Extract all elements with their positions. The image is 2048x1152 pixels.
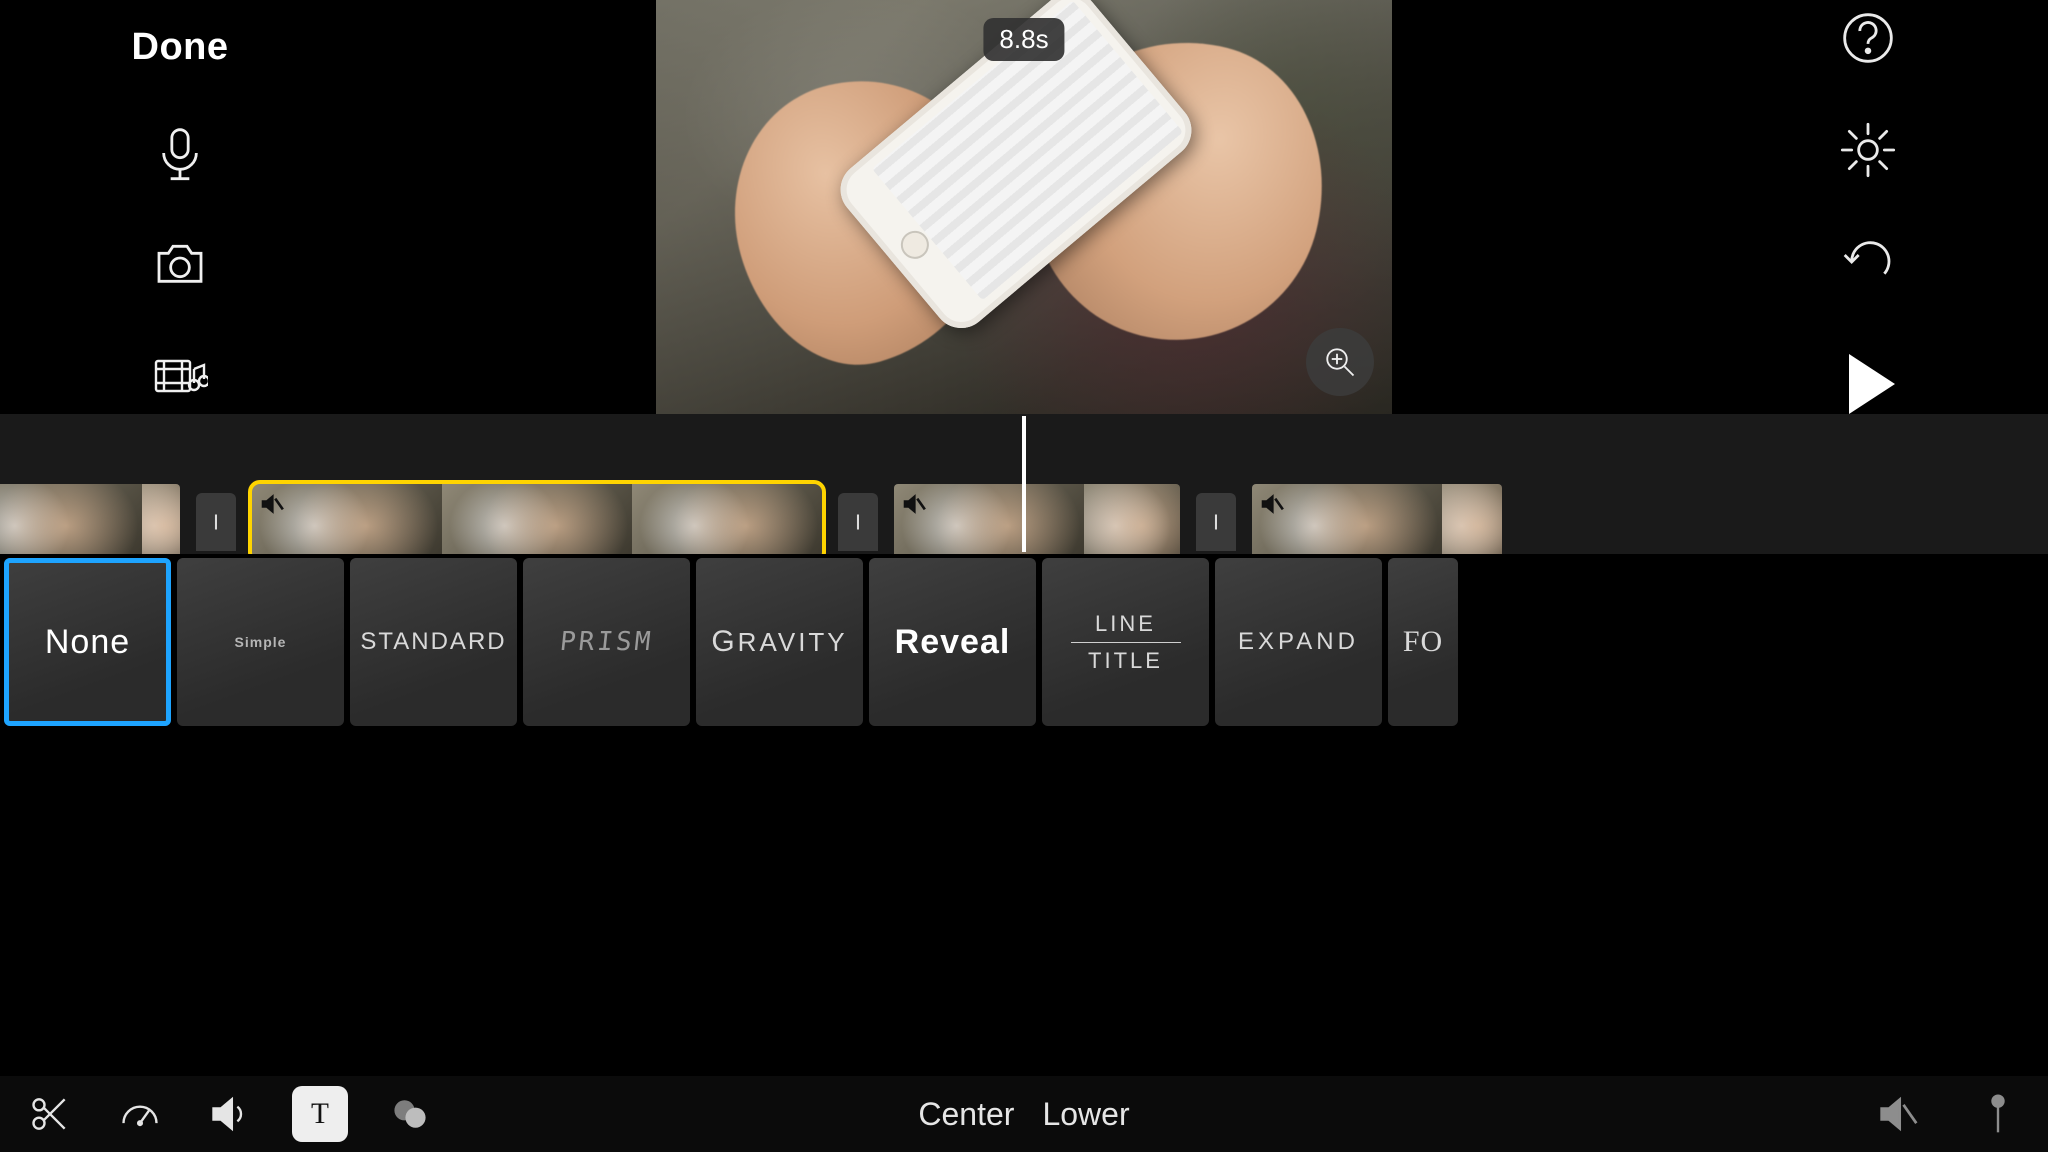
play-icon[interactable]: [1841, 346, 1895, 414]
help-icon[interactable]: [1840, 10, 1896, 66]
title-style-none[interactable]: None: [4, 558, 171, 726]
transition-slot[interactable]: |: [1180, 484, 1252, 554]
svg-text:T: T: [311, 1098, 329, 1130]
undo-icon[interactable]: [1840, 234, 1896, 290]
bottom-toolbar: T Center Lower: [0, 1076, 2048, 1152]
title-style-label: Simple: [235, 634, 287, 650]
title-style-reveal[interactable]: Reveal: [869, 558, 1036, 726]
clip-duration-badge: 8.8s: [983, 18, 1064, 61]
speed-icon[interactable]: [112, 1086, 168, 1142]
clip-muted-icon: [258, 490, 286, 518]
title-styles-panel: None Simple STANDARD PRISM GRAVITY Revea…: [0, 554, 2048, 736]
timeline-clip[interactable]: [894, 484, 1180, 554]
video-preview[interactable]: 8.8s: [656, 0, 1392, 414]
media-library-icon[interactable]: [152, 349, 208, 405]
playhead[interactable]: [1022, 416, 1026, 552]
filters-icon[interactable]: [382, 1086, 438, 1142]
done-button[interactable]: Done: [132, 26, 229, 69]
title-style-label: PRISM: [558, 627, 654, 657]
clip-muted-icon: [900, 490, 928, 518]
settings-icon[interactable]: [1840, 122, 1896, 178]
title-style-label: EXPAND: [1238, 628, 1359, 656]
title-style-simple[interactable]: Simple: [177, 558, 344, 726]
title-style-label: STANDARD: [360, 628, 506, 656]
transition-slot[interactable]: |: [822, 484, 894, 554]
transition-slot[interactable]: |: [180, 484, 252, 554]
title-style-prism[interactable]: PRISM: [523, 558, 690, 726]
title-style-line-title[interactable]: LINE TITLE: [1042, 558, 1209, 726]
clip-muted-icon: [1258, 490, 1286, 518]
pin-icon[interactable]: [1970, 1086, 2026, 1142]
preview-area: 8.8s: [360, 0, 1688, 414]
timeline-clip-selected[interactable]: [252, 484, 822, 554]
title-style-label: None: [45, 623, 130, 662]
right-toolbar: [1688, 0, 2048, 414]
title-position-toggle: Center Lower: [918, 1096, 1129, 1133]
title-style-gravity[interactable]: GRAVITY: [696, 558, 863, 726]
title-style-label: LINE TITLE: [1071, 610, 1181, 674]
title-position-center[interactable]: Center: [918, 1096, 1014, 1133]
timeline-clip[interactable]: [0, 484, 180, 554]
left-toolbar: Done: [0, 0, 360, 414]
mute-speaker-icon[interactable]: [1870, 1086, 1926, 1142]
split-icon[interactable]: [22, 1086, 78, 1142]
camera-icon[interactable]: [152, 237, 208, 293]
timeline[interactable]: | | |: [0, 414, 2048, 554]
microphone-icon[interactable]: [152, 125, 208, 181]
zoom-in-icon[interactable]: [1306, 328, 1374, 396]
title-position-lower[interactable]: Lower: [1042, 1096, 1129, 1133]
timeline-clip[interactable]: [1252, 484, 1502, 554]
title-style-label: GRAVITY: [711, 625, 847, 659]
titles-icon[interactable]: T: [292, 1086, 348, 1142]
title-style-standard[interactable]: STANDARD: [350, 558, 517, 726]
title-style-label: FO: [1403, 625, 1443, 659]
title-style-label: Reveal: [895, 623, 1011, 662]
title-style-expand[interactable]: EXPAND: [1215, 558, 1382, 726]
volume-icon[interactable]: [202, 1086, 258, 1142]
editor-top-area: Done 8.8s: [0, 0, 2048, 414]
title-style-focus[interactable]: FO: [1388, 558, 1458, 726]
